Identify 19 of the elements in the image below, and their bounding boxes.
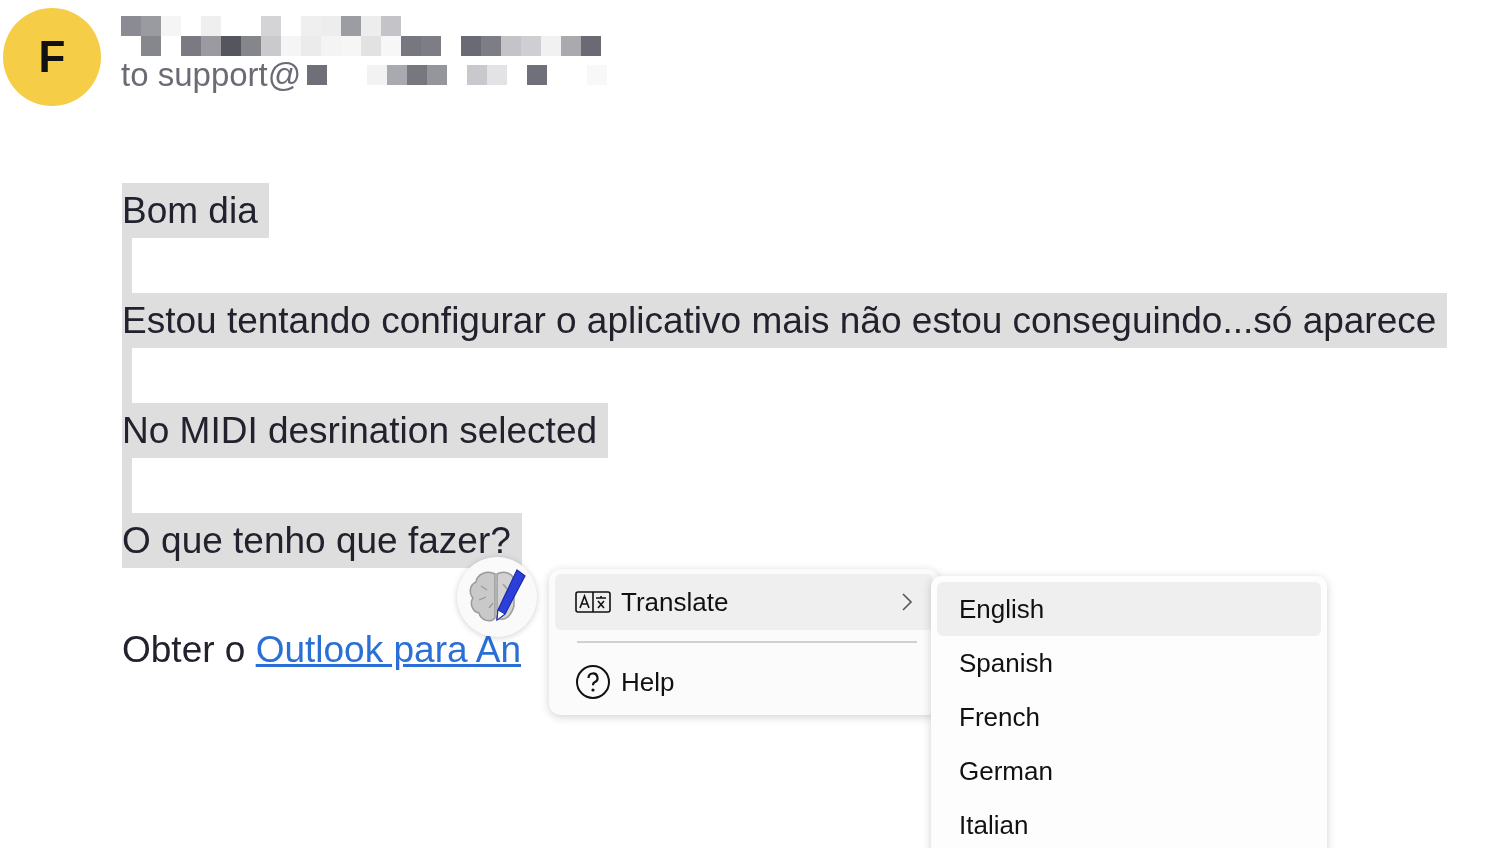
- footer-text: Obter o: [122, 630, 247, 671]
- avatar: F: [3, 8, 101, 106]
- menu-item[interactable]: Help: [555, 654, 933, 710]
- chevron-right-icon: [901, 592, 913, 612]
- help-icon: [575, 664, 611, 700]
- translate-icon: [575, 591, 611, 613]
- language-item[interactable]: Italian: [937, 798, 1321, 848]
- language-item[interactable]: Spanish: [937, 636, 1321, 690]
- body-text: O que tenho que fazer?: [122, 513, 522, 568]
- body-text: Bom dia: [122, 183, 269, 238]
- outlook-link[interactable]: Outlook para An: [255, 630, 522, 671]
- language-item[interactable]: French: [937, 690, 1321, 744]
- body-text: Estou tentando configurar o aplicativo mais não estou conseguindo...só aparece: [122, 293, 1448, 348]
- recipient-text: to support@: [121, 56, 302, 94]
- language-item[interactable]: German: [937, 744, 1321, 798]
- assistant-button[interactable]: [457, 557, 537, 637]
- language-item[interactable]: English: [937, 582, 1321, 636]
- menu-item[interactable]: Translate: [555, 574, 933, 630]
- body-text: No MIDI desrination selected: [122, 403, 609, 458]
